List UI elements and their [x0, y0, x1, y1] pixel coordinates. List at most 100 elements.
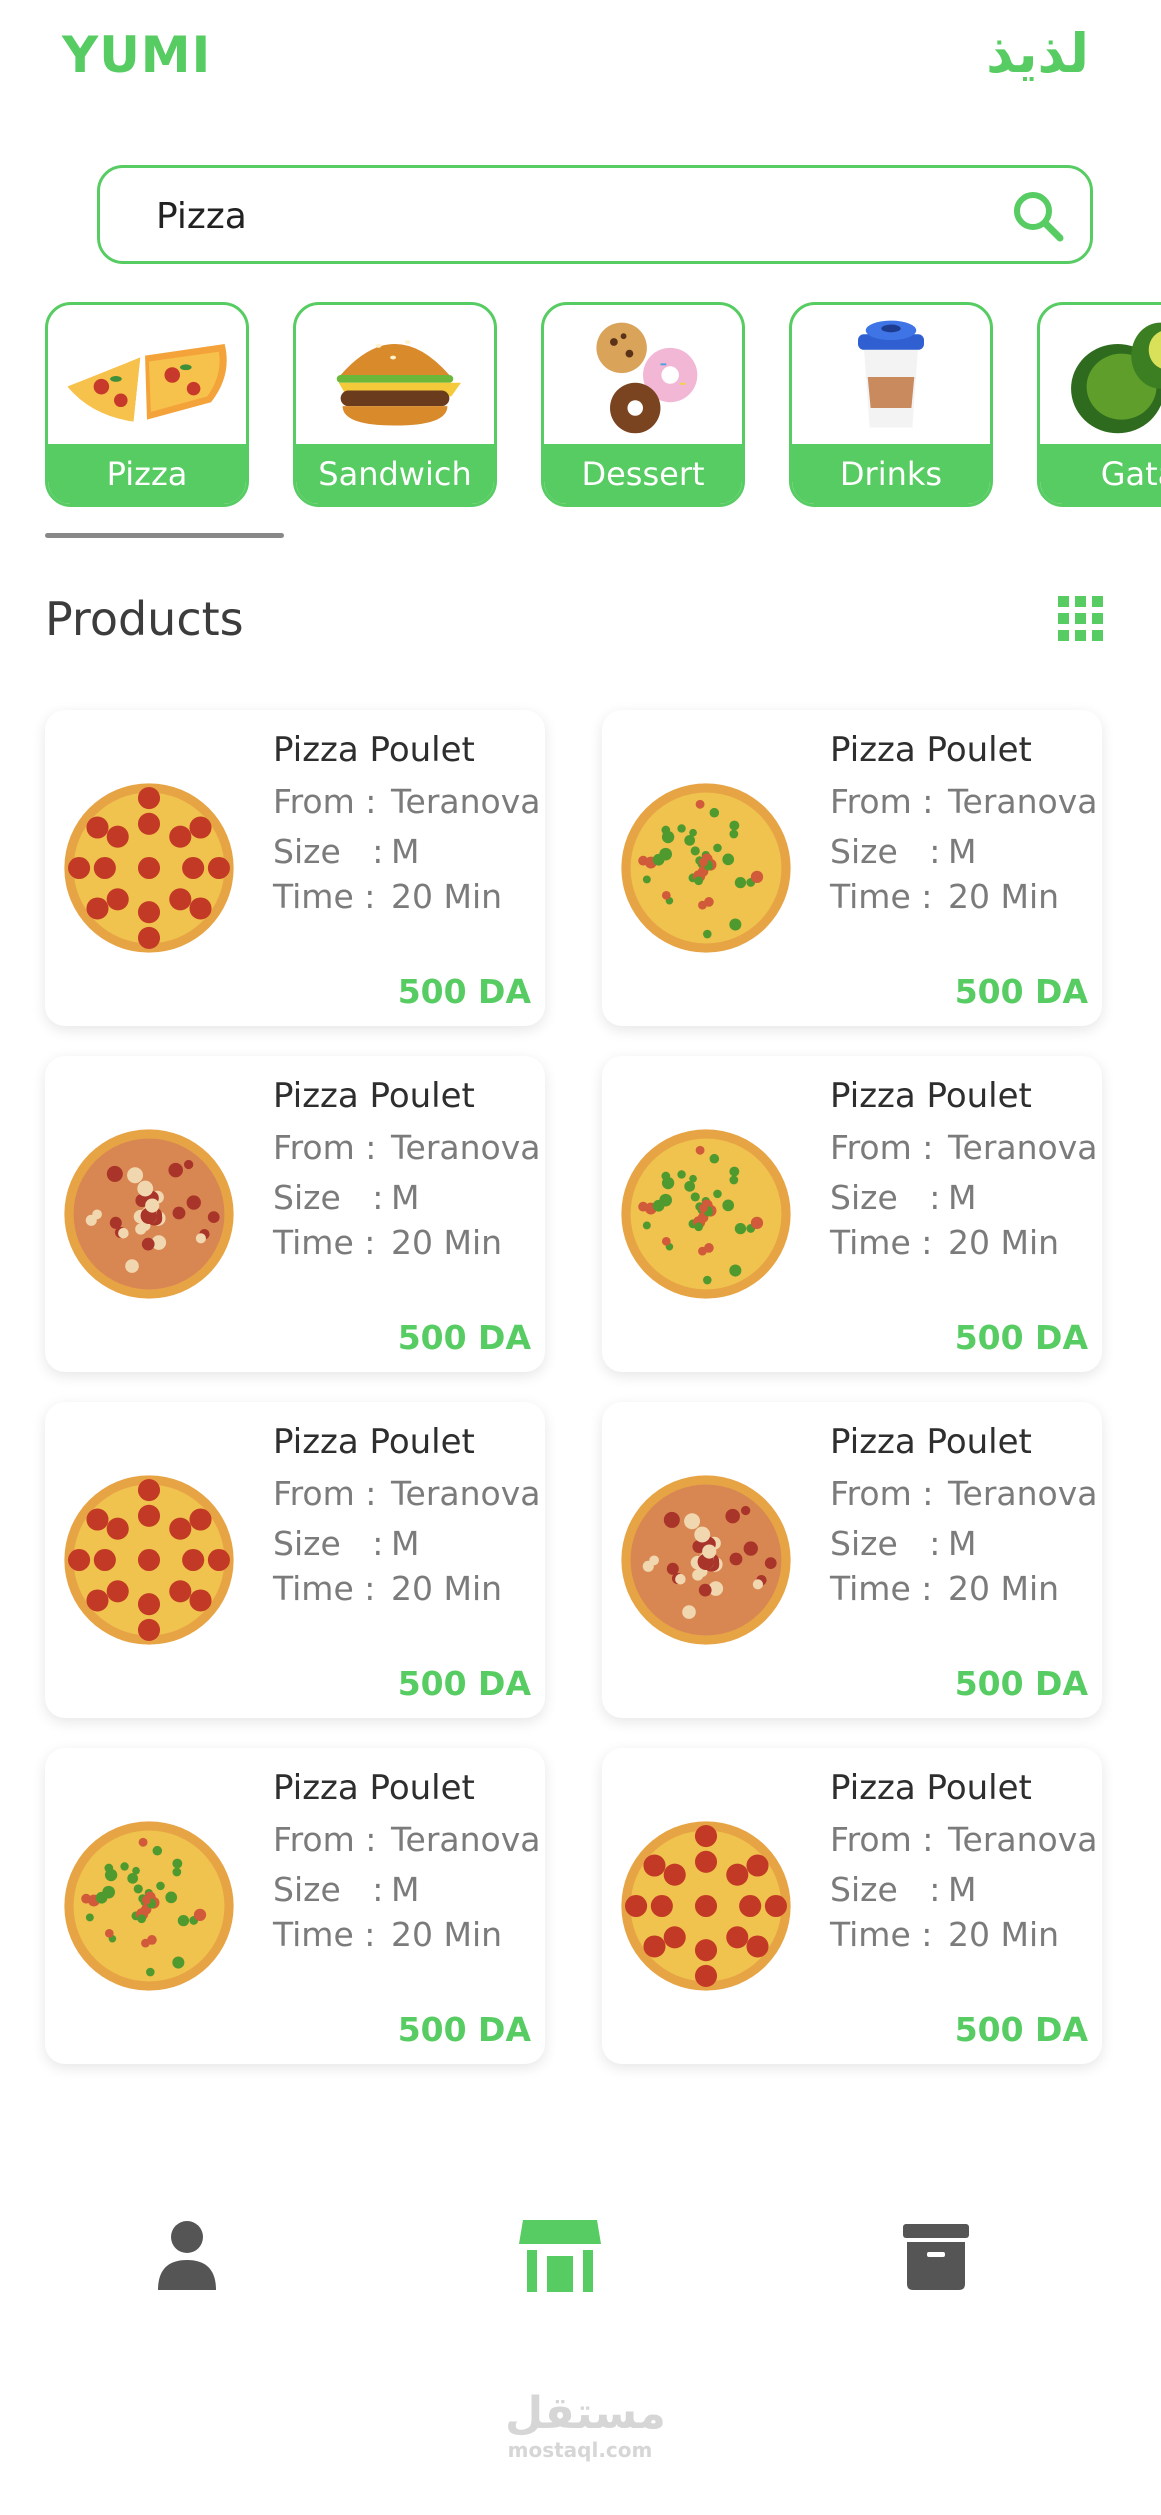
product-card[interactable]: Pizza Poulet From : Teranova Size :M Time…	[45, 1748, 545, 2064]
product-size-row: Size :M	[273, 1178, 419, 1217]
product-price: 500 DA	[397, 1664, 531, 1703]
time-label: Time :	[273, 1915, 376, 1954]
product-name: Pizza Poulet	[830, 1422, 1032, 1462]
search-input[interactable]	[156, 188, 956, 244]
product-name: Pizza Poulet	[273, 1422, 475, 1462]
pepperoni-pizza-image	[64, 1475, 234, 1645]
product-card[interactable]: Pizza Poulet From : Teranova Size :M Time…	[45, 710, 545, 1026]
product-size: M	[948, 832, 977, 871]
brand-logo: YUMI	[62, 26, 212, 84]
product-from-row: From : Teranova	[273, 1128, 541, 1167]
product-from-row: From : Teranova	[830, 1474, 1098, 1513]
from-label: From :	[830, 1474, 934, 1513]
from-label: From :	[830, 782, 934, 821]
user-icon[interactable]	[142, 2210, 232, 2300]
time-label: Time :	[830, 1915, 933, 1954]
section-title: Products	[45, 592, 244, 646]
product-time: 20 Min	[391, 1915, 503, 1954]
product-card[interactable]: Pizza Poulet From : Teranova Size :M Time…	[45, 1402, 545, 1718]
carousel-scroll-indicator	[45, 533, 284, 538]
product-time-row: Time : 20 Min	[273, 1569, 502, 1608]
product-name: Pizza Poulet	[830, 1076, 1032, 1116]
search-icon[interactable]	[1008, 186, 1068, 246]
product-size-row: Size :M	[830, 1870, 976, 1909]
pepperoni-pizza-image	[621, 1821, 791, 1991]
product-price: 500 DA	[954, 1664, 1088, 1703]
category-dessert[interactable]: Dessert	[541, 302, 745, 507]
pizza-slices-icon	[67, 343, 227, 422]
product-from: Teranova	[948, 1128, 1098, 1167]
product-time: 20 Min	[948, 1915, 1060, 1954]
cookies-donut-icon	[596, 322, 698, 434]
size-label: Size :	[830, 1524, 941, 1563]
product-card[interactable]: Pizza Poulet From : Teranova Size :M Time…	[602, 1402, 1102, 1718]
archive-icon[interactable]	[891, 2210, 981, 2300]
meat-pizza-image	[621, 1475, 791, 1645]
product-price: 500 DA	[397, 2010, 531, 2049]
product-card[interactable]: Pizza Poulet From : Teranova Size :M Time…	[45, 1056, 545, 1372]
product-size: M	[391, 1870, 420, 1909]
product-time: 20 Min	[391, 1223, 503, 1262]
store-icon[interactable]	[515, 2210, 605, 2300]
product-time: 20 Min	[948, 877, 1060, 916]
product-size-row: Size :M	[830, 1178, 976, 1217]
vegetable-pizza-image	[621, 1129, 791, 1299]
from-label: From :	[273, 782, 377, 821]
avocado-icon	[1071, 322, 1161, 434]
from-label: From :	[830, 1128, 934, 1167]
size-label: Size :	[830, 1178, 941, 1217]
product-time: 20 Min	[391, 877, 503, 916]
category-carousel[interactable]: Pizza Sandwich Dessert Drinks Gat	[0, 302, 1161, 512]
meat-pizza-image	[64, 1129, 234, 1299]
watermark-arabic: مستقل	[505, 2388, 666, 2439]
size-label: Size :	[273, 832, 384, 871]
from-label: From :	[273, 1474, 377, 1513]
product-name: Pizza Poulet	[830, 730, 1032, 770]
product-name: Pizza Poulet	[273, 730, 475, 770]
watermark: مستقل mostaql.com	[505, 2388, 666, 2463]
product-price: 500 DA	[397, 1318, 531, 1357]
product-from-row: From : Teranova	[273, 782, 541, 821]
grid-view-icon[interactable]	[1058, 596, 1104, 642]
size-label: Size :	[273, 1870, 384, 1909]
product-card[interactable]: Pizza Poulet From : Teranova Size :M Time…	[602, 710, 1102, 1026]
category-drinks[interactable]: Drinks	[789, 302, 993, 507]
product-price: 500 DA	[954, 2010, 1088, 2049]
product-size: M	[391, 1524, 420, 1563]
product-name: Pizza Poulet	[273, 1076, 475, 1116]
product-time-row: Time : 20 Min	[830, 1915, 1059, 1954]
category-label: Pizza	[48, 444, 246, 504]
burger-icon	[336, 340, 461, 426]
pepperoni-pizza-image	[64, 783, 234, 953]
product-size: M	[391, 832, 420, 871]
category-pizza[interactable]: Pizza	[45, 302, 249, 507]
product-time-row: Time : 20 Min	[273, 1223, 502, 1262]
category-gata[interactable]: Gata	[1037, 302, 1161, 507]
product-time: 20 Min	[948, 1223, 1060, 1262]
size-label: Size :	[273, 1524, 384, 1563]
size-label: Size :	[830, 832, 941, 871]
product-from-row: From : Teranova	[830, 782, 1098, 821]
product-size-row: Size :M	[273, 1870, 419, 1909]
size-label: Size :	[273, 1178, 384, 1217]
time-label: Time :	[830, 1223, 933, 1262]
vegetable-pizza-image	[64, 1821, 234, 1991]
time-label: Time :	[830, 877, 933, 916]
product-size: M	[391, 1178, 420, 1217]
product-time-row: Time : 20 Min	[830, 1569, 1059, 1608]
category-sandwich[interactable]: Sandwich	[293, 302, 497, 507]
product-time-row: Time : 20 Min	[273, 877, 502, 916]
product-price: 500 DA	[954, 1318, 1088, 1357]
product-from: Teranova	[948, 1820, 1098, 1859]
product-from-row: From : Teranova	[830, 1820, 1098, 1859]
from-label: From :	[273, 1128, 377, 1167]
product-from-row: From : Teranova	[273, 1820, 541, 1859]
app-header: YUMI لذيذ	[0, 0, 1161, 130]
from-label: From :	[830, 1820, 934, 1859]
product-card[interactable]: Pizza Poulet From : Teranova Size :M Time…	[602, 1748, 1102, 2064]
product-card[interactable]: Pizza Poulet From : Teranova Size :M Time…	[602, 1056, 1102, 1372]
product-time-row: Time : 20 Min	[273, 1915, 502, 1954]
product-size: M	[948, 1524, 977, 1563]
coffee-cup-icon	[858, 320, 924, 428]
time-label: Time :	[830, 1569, 933, 1608]
